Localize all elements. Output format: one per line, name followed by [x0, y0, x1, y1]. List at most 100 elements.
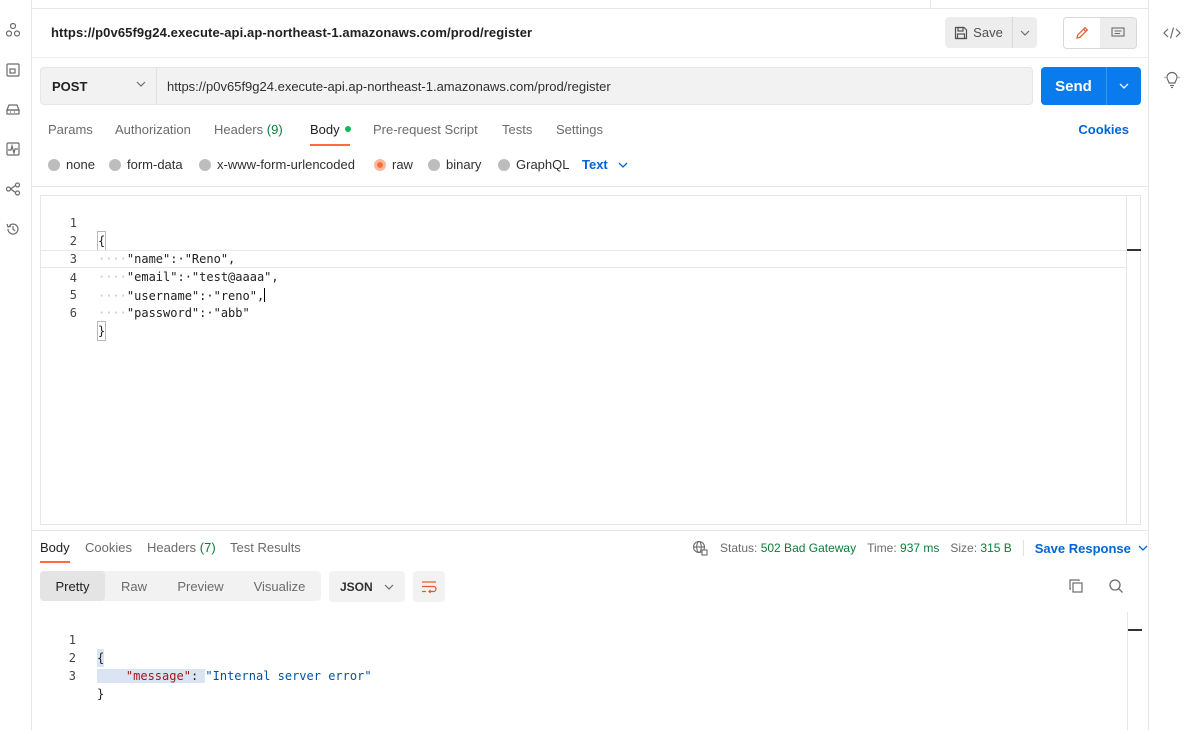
- view-tab-raw[interactable]: Raw: [105, 571, 163, 601]
- save-response-label: Save Response: [1034, 540, 1131, 556]
- tab-headers[interactable]: Headers (9): [214, 122, 283, 137]
- tab-tests[interactable]: Tests: [502, 122, 532, 137]
- body-type-urlencoded-label: x-www-form-urlencoded: [217, 157, 355, 172]
- time-label: Time:: [867, 541, 897, 555]
- response-tab-headers-label: Headers: [147, 540, 197, 555]
- environments-icon[interactable]: [4, 61, 22, 79]
- response-body-viewer[interactable]: 1 { 2 "message": "Internal server error"…: [40, 612, 1142, 730]
- flows-icon[interactable]: [4, 180, 22, 198]
- code-line: 5 ····"password":·"abb": [41, 268, 1127, 320]
- body-type-urlencoded[interactable]: x-www-form-urlencoded: [199, 157, 355, 172]
- response-tab-headers[interactable]: Headers (7): [147, 540, 216, 555]
- code-line: 1 {: [40, 613, 1126, 667]
- send-group: Send: [1041, 67, 1141, 105]
- save-button[interactable]: Save: [945, 17, 1013, 48]
- body-type-raw[interactable]: raw: [374, 157, 413, 172]
- time-value[interactable]: 937 ms: [900, 541, 939, 555]
- postman-app: https://p0v65f9g24.execute-api.ap-northe…: [0, 0, 1192, 730]
- raw-format-select[interactable]: Text: [582, 157, 628, 172]
- cookies-link[interactable]: Cookies: [1078, 122, 1129, 137]
- json-key: "message": [125, 669, 191, 683]
- body-type-options: none form-data x-www-form-urlencoded raw…: [48, 157, 748, 175]
- size-value[interactable]: 315 B: [980, 541, 1011, 555]
- radio-icon: [199, 158, 211, 171]
- radio-icon: [428, 158, 440, 171]
- request-tabs: Params Authorization Headers (9) Body Pr…: [40, 118, 1140, 146]
- line-text: "message": "Internal server error": [97, 667, 372, 685]
- body-indicator-dot: [344, 126, 351, 132]
- json-separator: :: [190, 669, 206, 683]
- code-icon[interactable]: [1163, 24, 1181, 42]
- send-options-button[interactable]: [1107, 67, 1141, 105]
- method-label: POST: [52, 78, 88, 94]
- line-text: }: [97, 687, 105, 701]
- edit-mode-button[interactable]: [1064, 18, 1100, 48]
- lightbulb-icon[interactable]: [1163, 71, 1181, 89]
- active-tab-underline: [310, 144, 350, 146]
- body-type-binary[interactable]: binary: [428, 157, 481, 172]
- body-type-none[interactable]: none: [48, 157, 95, 172]
- response-tab-cookies[interactable]: Cookies: [85, 540, 132, 555]
- indent-whitespace: [97, 669, 126, 683]
- view-tab-pretty[interactable]: Pretty: [40, 571, 105, 601]
- radio-icon: [109, 158, 121, 171]
- tab-authorization[interactable]: Authorization: [115, 122, 191, 137]
- url-input[interactable]: [156, 67, 1033, 105]
- response-meta: Status: 502 Bad Gateway Time: 937 ms Siz…: [692, 540, 1148, 556]
- request-body-editor[interactable]: 1 { 2 ····"name":·"Reno", 3 ····"email":…: [40, 195, 1141, 525]
- response-view-tabs: Pretty Raw Preview Visualize: [40, 571, 321, 601]
- body-type-graphql[interactable]: GraphQL: [498, 157, 569, 172]
- history-icon[interactable]: [4, 220, 22, 238]
- body-type-form-data-label: form-data: [127, 157, 183, 172]
- line-text: ····"password":·"abb": [98, 304, 250, 322]
- right-sidebar: [1148, 0, 1192, 730]
- globe-network-icon[interactable]: [692, 540, 708, 556]
- chevron-down-icon: [1138, 545, 1148, 551]
- tab-prerequest-script[interactable]: Pre-request Script: [373, 122, 478, 137]
- response-tab-test-results[interactable]: Test Results: [230, 540, 301, 555]
- response-headers-count: (7): [199, 540, 216, 555]
- body-type-form-data[interactable]: form-data: [109, 157, 183, 172]
- save-options-button[interactable]: [1013, 17, 1037, 48]
- response-tab-body[interactable]: Body: [40, 540, 70, 555]
- tab-params[interactable]: Params: [48, 122, 93, 137]
- code-line: 2 "message": "Internal server error": [40, 631, 1126, 683]
- comment-icon: [1111, 27, 1125, 37]
- body-type-none-label: none: [66, 157, 95, 172]
- search-icon[interactable]: [1108, 578, 1124, 599]
- body-type-binary-label: binary: [446, 157, 482, 172]
- comments-mode-button[interactable]: [1100, 18, 1136, 48]
- tab-settings[interactable]: Settings: [556, 122, 603, 137]
- radio-icon: [498, 158, 510, 171]
- chevron-down-icon: [1119, 83, 1129, 89]
- request-title[interactable]: https://p0v65f9g24.execute-api.ap-northe…: [51, 25, 532, 40]
- request-header: https://p0v65f9g24.execute-api.ap-northe…: [32, 9, 1148, 58]
- monitors-icon[interactable]: [4, 140, 22, 158]
- wrap-lines-button[interactable]: [413, 571, 445, 602]
- pencil-icon: [1076, 26, 1089, 39]
- view-tab-preview[interactable]: Preview: [163, 571, 238, 601]
- radio-icon: [48, 158, 60, 171]
- divider: [1022, 540, 1024, 556]
- response-format-select[interactable]: JSON: [329, 571, 405, 602]
- scroll-marker: [1127, 249, 1141, 251]
- active-tab-underline: [40, 561, 70, 563]
- send-button[interactable]: Send: [1041, 67, 1107, 105]
- collections-icon[interactable]: [4, 21, 22, 39]
- code-line: 1 {: [41, 196, 1127, 251]
- save-response-button[interactable]: Save Response: [1035, 541, 1148, 556]
- tab-body-label: Body: [310, 122, 340, 137]
- method-select[interactable]: POST: [40, 67, 156, 105]
- editor-scrollbar[interactable]: [1126, 196, 1141, 524]
- mock-servers-icon[interactable]: [4, 100, 22, 118]
- code-line: 3 }: [40, 649, 1126, 701]
- copy-icon[interactable]: [1068, 578, 1084, 599]
- view-tab-visualize[interactable]: Visualize: [238, 571, 321, 601]
- line-content: "password":·"abb": [126, 306, 250, 320]
- status-value[interactable]: 502 Bad Gateway: [761, 541, 856, 555]
- line-number: 3: [68, 669, 76, 683]
- response-scrollbar[interactable]: [1127, 612, 1142, 730]
- code-line: 2 ····"name":·"Reno",: [41, 214, 1127, 266]
- code-line: 6 }: [41, 286, 1127, 341]
- tab-body[interactable]: Body: [310, 122, 351, 137]
